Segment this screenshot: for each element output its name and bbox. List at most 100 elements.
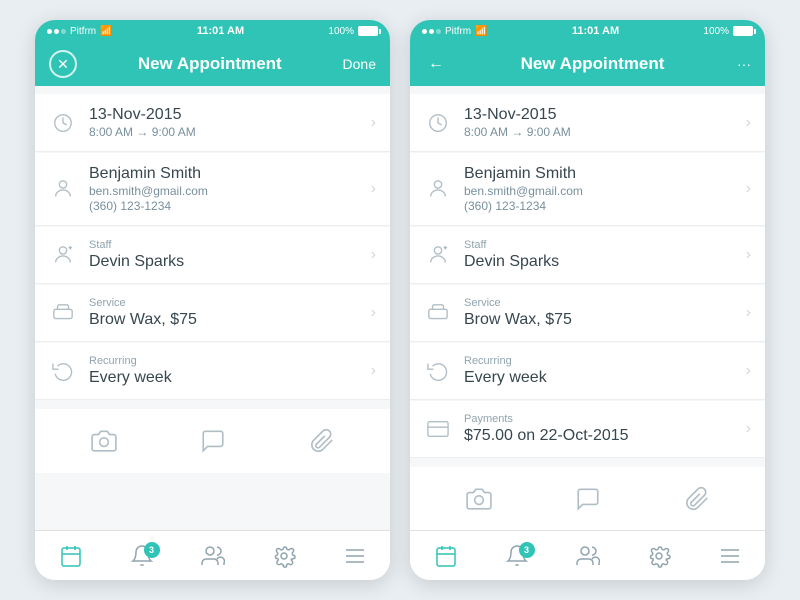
tab-calendar-1[interactable] [59,544,83,568]
tab-people-1[interactable] [201,544,225,568]
service-icon-1 [49,299,77,327]
battery-fill-2 [734,27,752,35]
staff-name-1: Devin Sparks [89,253,359,271]
clock-icon-1 [49,109,77,137]
staff-name-2: Devin Sparks [464,253,734,271]
signal-dot [54,29,59,34]
service-content-1: Service Brow Wax, $75 [89,297,359,329]
signal-dot [429,29,434,34]
chevron-icon-2: › [371,180,376,198]
payments-value-2: $75.00 on 22-Oct-2015 [464,427,734,445]
recurring-item-1[interactable]: Recurring Every week › [35,343,390,400]
client-item-2[interactable]: Benjamin Smith ben.smith@gmail.com (360)… [410,153,765,226]
tab-people-2[interactable] [576,544,600,568]
datetime-item-2[interactable]: 13-Nov-2015 8:00 AM → 9:00 AM › [410,94,765,152]
recurring-value-2: Every week [464,369,734,387]
content-2: 13-Nov-2015 8:00 AM → 9:00 AM › Benjamin… [410,86,765,530]
client-name-2: Benjamin Smith [464,165,734,183]
client-phone-2: (360) 123-1234 [464,199,734,213]
carrier-label-2: Pitfrm [445,26,471,37]
tab-gear-1[interactable] [272,544,296,568]
tab-bell-2[interactable]: 3 [505,544,529,568]
status-left-2: Pitfrm 📶 [422,26,488,37]
staff-item-1[interactable]: Staff Devin Sparks › [35,227,390,284]
tab-gear-2[interactable] [647,544,671,568]
service-name-2: Brow Wax, $75 [464,311,734,329]
staff-icon-2 [424,241,452,269]
service-label-2: Service [464,297,734,309]
time-label-2: 11:01 AM [572,25,619,37]
client-name-1: Benjamin Smith [89,165,359,183]
chevron-icon-6: › [746,114,751,132]
payments-label-2: Payments [464,413,734,425]
datetime-item-1[interactable]: 13-Nov-2015 8:00 AM → 9:00 AM › [35,94,390,152]
staff-icon-1 [49,241,77,269]
nav-title-1: New Appointment [138,54,282,74]
wifi-icon: 📶 [100,26,112,37]
payment-icon-2 [424,415,452,443]
battery-label-1: 100% [328,26,354,37]
chevron-icon-8: › [746,246,751,264]
staff-item-2[interactable]: Staff Devin Sparks › [410,227,765,284]
status-left-1: Pitfrm 📶 [47,26,113,37]
signal-dot-empty [61,29,66,34]
chevron-icon-10: › [746,362,751,380]
chevron-icon-9: › [746,304,751,322]
service-item-1[interactable]: Service Brow Wax, $75 › [35,285,390,342]
staff-content-2: Staff Devin Sparks [464,239,734,271]
more-button-2[interactable]: ··· [737,56,751,72]
status-bar-2: Pitfrm 📶 11:01 AM 100% [410,20,765,42]
tab-bell-1[interactable]: 3 [130,544,154,568]
camera-button-2[interactable] [461,481,497,517]
battery-label-2: 100% [703,26,729,37]
bell-badge-2: 3 [519,542,535,558]
nav-bar-1: ✕ New Appointment Done [35,42,390,86]
attachment-button-2[interactable] [679,481,715,517]
camera-button-1[interactable] [86,423,122,459]
back-button-2[interactable]: ← [424,52,448,76]
message-button-1[interactable] [195,423,231,459]
status-bar-1: Pitfrm 📶 11:01 AM 100% [35,20,390,42]
person-icon-1 [49,175,77,203]
recurring-label-1: Recurring [89,355,359,367]
datetime-content-1: 13-Nov-2015 8:00 AM → 9:00 AM [89,106,359,139]
message-button-2[interactable] [570,481,606,517]
time-text-1: 8:00 AM → 9:00 AM [89,125,359,139]
phone-2: Pitfrm 📶 11:01 AM 100% ← New Appointment… [410,20,765,580]
tab-calendar-2[interactable] [434,544,458,568]
chevron-icon-7: › [746,180,751,198]
battery-icon-1 [358,26,378,36]
signal-dot [422,29,427,34]
recurring-icon-1 [49,357,77,385]
staff-content-1: Staff Devin Sparks [89,239,359,271]
time-text-2: 8:00 AM → 9:00 AM [464,125,734,139]
service-name-1: Brow Wax, $75 [89,311,359,329]
recurring-item-2[interactable]: Recurring Every week › [410,343,765,400]
done-button-1[interactable]: Done [343,56,376,72]
datetime-content-2: 13-Nov-2015 8:00 AM → 9:00 AM [464,106,734,139]
status-right-2: 100% [703,26,753,37]
chevron-icon-4: › [371,304,376,322]
bell-badge-1: 3 [144,542,160,558]
status-right-1: 100% [328,26,378,37]
service-item-2[interactable]: Service Brow Wax, $75 › [410,285,765,342]
client-content-2: Benjamin Smith ben.smith@gmail.com (360)… [464,165,734,213]
clock-icon-2 [424,109,452,137]
nav-bar-2: ← New Appointment ··· [410,42,765,86]
content-1: 13-Nov-2015 8:00 AM → 9:00 AM › Benjamin… [35,86,390,530]
payments-item-2[interactable]: Payments $75.00 on 22-Oct-2015 › [410,401,765,458]
tab-menu-1[interactable] [343,544,367,568]
battery-icon-2 [733,26,753,36]
actions-row-2 [410,467,765,530]
attachment-button-1[interactable] [304,423,340,459]
payments-content-2: Payments $75.00 on 22-Oct-2015 [464,413,734,445]
service-icon-2 [424,299,452,327]
actions-row-1 [35,409,390,473]
signal-dot [47,29,52,34]
client-email-2: ben.smith@gmail.com [464,184,734,198]
close-button-1[interactable]: ✕ [49,50,77,78]
recurring-label-2: Recurring [464,355,734,367]
tab-menu-2[interactable] [718,544,742,568]
client-item-1[interactable]: Benjamin Smith ben.smith@gmail.com (360)… [35,153,390,226]
chevron-icon-1: › [371,114,376,132]
